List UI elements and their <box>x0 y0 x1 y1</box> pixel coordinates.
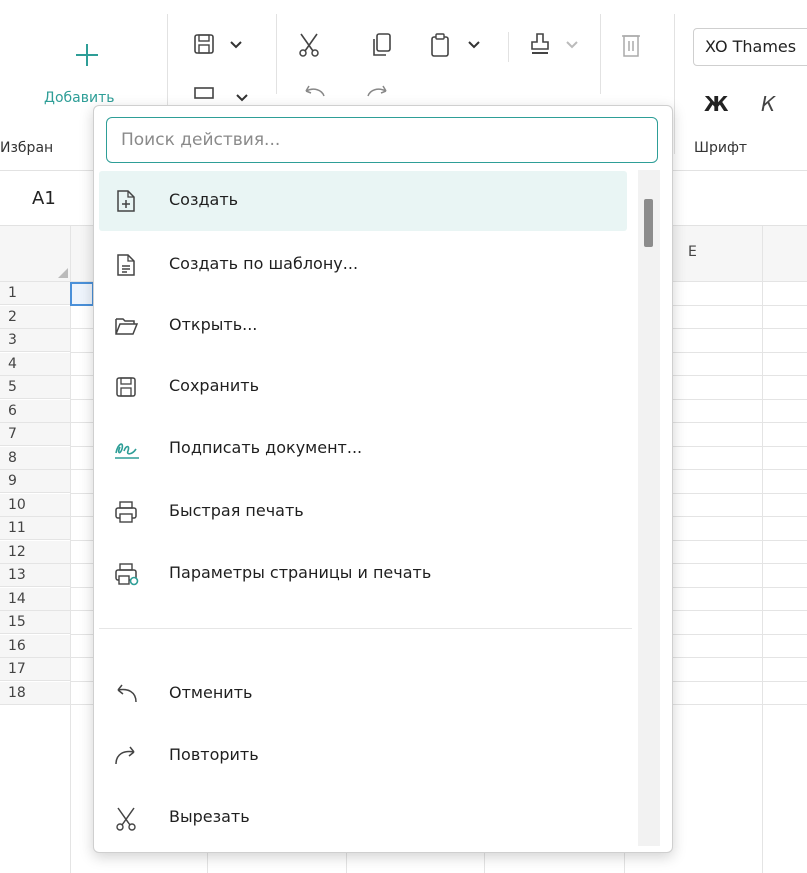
add-button[interactable] <box>74 42 100 68</box>
column-header-e[interactable]: E <box>688 244 697 260</box>
scissors-icon <box>299 33 319 57</box>
menu-item-label: Сохранить <box>169 376 259 395</box>
menu-item-save[interactable]: Сохранить <box>99 357 627 417</box>
delete-button[interactable] <box>620 32 642 58</box>
format-painter-button[interactable] <box>528 32 552 58</box>
row-header[interactable]: 9 <box>0 470 70 493</box>
row-header[interactable]: 5 <box>0 376 70 399</box>
new-document-icon <box>114 189 138 213</box>
undo-icon <box>305 85 325 97</box>
copy-icon <box>373 33 391 56</box>
row-header[interactable]: 15 <box>0 611 70 634</box>
row-header[interactable]: 12 <box>0 540 70 564</box>
folder-open-icon <box>114 314 138 338</box>
menu-item-label: Вырезать <box>169 807 250 826</box>
undo-icon <box>114 682 138 706</box>
scrollbar-thumb[interactable] <box>644 199 653 247</box>
row-header[interactable]: 14 <box>0 587 70 611</box>
action-search-input[interactable] <box>106 117 658 163</box>
chevron-down-icon <box>468 41 480 49</box>
corner-triangle-icon <box>58 268 68 278</box>
plus-icon <box>76 44 98 66</box>
menu-divider <box>99 628 632 629</box>
row-header[interactable]: 6 <box>0 399 70 423</box>
save-icon <box>194 34 214 54</box>
save-icon <box>114 375 138 399</box>
menu-item-redo[interactable]: Повторить <box>99 726 627 786</box>
redo-toolbar-button[interactable] <box>366 84 392 98</box>
row-header[interactable]: 16 <box>0 634 70 658</box>
menu-item-label: Быстрая печать <box>169 501 304 520</box>
ribbon-separator <box>600 14 601 94</box>
grid-line <box>762 226 763 873</box>
clipboard-icon <box>431 33 449 57</box>
paint-brush-icon <box>531 33 549 54</box>
menu-item-label: Отменить <box>169 683 253 702</box>
save-dropdown-button[interactable] <box>230 40 242 50</box>
redo-icon <box>367 85 387 97</box>
paste-dropdown-button[interactable] <box>468 40 480 50</box>
row-header[interactable]: 18 <box>0 681 70 705</box>
menu-item-quick-print[interactable]: Быстрая печать <box>99 482 627 542</box>
paste-toolbar-button[interactable] <box>428 32 452 58</box>
ribbon-separator <box>674 14 675 154</box>
row-header[interactable]: 7 <box>0 423 70 446</box>
row-header[interactable]: 11 <box>0 517 70 540</box>
menu-item-page-setup-print[interactable]: Параметры страницы и печать <box>99 544 627 604</box>
cut-icon <box>114 806 138 831</box>
format-painter-dropdown-button[interactable] <box>566 40 578 50</box>
name-box[interactable]: A1 <box>32 188 56 209</box>
bold-button[interactable]: Ж <box>704 92 728 116</box>
menu-item-label: Создать <box>169 190 239 209</box>
font-group-label: Шрифт <box>694 140 748 156</box>
menu-item-label: Подписать документ... <box>169 438 363 457</box>
row-header[interactable]: 13 <box>0 564 70 587</box>
select-all-corner[interactable] <box>0 226 70 282</box>
font-name-value: XO Thames <box>705 37 797 56</box>
copy-toolbar-button[interactable] <box>370 32 394 58</box>
row-header[interactable]: 10 <box>0 493 70 517</box>
active-cell[interactable] <box>70 282 94 306</box>
menu-item-undo[interactable]: Отменить <box>99 664 627 724</box>
row-header[interactable]: 17 <box>0 658 70 681</box>
scrollbar-track[interactable] <box>638 170 660 846</box>
menu-item-sign-document[interactable]: Подписать документ... <box>99 419 627 479</box>
chevron-down-icon <box>236 94 248 102</box>
menu-item-cut[interactable]: Вырезать <box>99 788 627 848</box>
ribbon-separator <box>508 32 509 62</box>
save-toolbar-button[interactable] <box>192 32 216 56</box>
trash-icon <box>622 35 640 57</box>
menu-item-label: Создать по шаблону... <box>169 254 359 273</box>
chevron-down-icon <box>566 41 578 49</box>
italic-button[interactable]: К <box>761 92 775 116</box>
cut-toolbar-button[interactable] <box>297 32 321 58</box>
undo-toolbar-button[interactable] <box>300 84 326 98</box>
menu-item-label: Открыть... <box>169 315 258 334</box>
menu-item-label: Повторить <box>169 745 259 764</box>
print-settings-icon <box>114 562 139 586</box>
redo-icon <box>114 744 138 768</box>
row-header[interactable]: 2 <box>0 305 70 329</box>
menu-item-create[interactable]: Создать <box>99 171 627 231</box>
menu-item-create-from-template[interactable]: Создать по шаблону... <box>99 235 627 295</box>
row-header[interactable]: 8 <box>0 446 70 470</box>
template-document-icon <box>114 253 138 277</box>
row-header[interactable]: 4 <box>0 352 70 376</box>
chevron-down-icon <box>230 41 242 49</box>
font-name-select[interactable]: XO Thames <box>693 28 807 66</box>
row-header[interactable]: 3 <box>0 329 70 352</box>
action-search-popup: Создать Создать по шаблону... Открыть...… <box>93 105 673 853</box>
menu-item-label: Параметры страницы и печать <box>169 563 432 582</box>
row-header[interactable]: 1 <box>0 282 70 305</box>
printer-icon <box>194 87 214 99</box>
ribbon-separator <box>276 14 277 94</box>
favorites-group-label: Избран <box>0 140 54 156</box>
signature-icon <box>114 437 139 461</box>
print-dropdown-button[interactable] <box>236 94 248 102</box>
add-button-label[interactable]: Добавить <box>44 90 114 106</box>
grid-line <box>70 226 71 873</box>
menu-item-open[interactable]: Открыть... <box>99 296 627 356</box>
print-toolbar-button[interactable] <box>191 86 217 100</box>
printer-icon <box>114 500 138 524</box>
